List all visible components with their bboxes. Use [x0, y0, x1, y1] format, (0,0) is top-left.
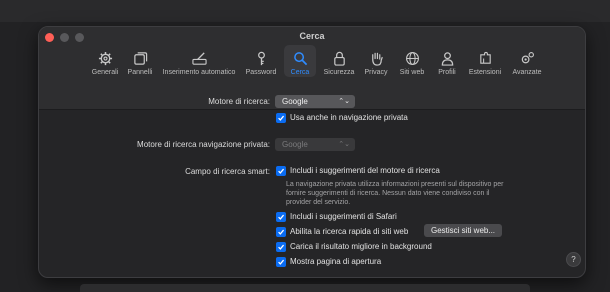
key-icon	[257, 51, 265, 66]
search-engine-value: Google	[282, 97, 308, 106]
tab-privacy[interactable]: Privacy	[361, 45, 391, 77]
private-suggestions-note: La navigazione privata utilizza informaz…	[286, 181, 504, 206]
preferences-tabs: Generali Pannelli Inserimento automatico…	[39, 45, 585, 77]
private-engine-value: Google	[282, 140, 308, 149]
smart-search-label: Campo di ricerca smart:	[185, 167, 270, 176]
preload-top-hit-label: Carica il risultato migliore in backgrou…	[290, 242, 432, 251]
private-use-checkbox[interactable]	[276, 113, 286, 123]
tab-siti-web[interactable]: Siti web	[395, 45, 429, 77]
private-use-label: Usa anche in navigazione privata	[290, 113, 408, 122]
engine-suggestions-label: Includi i suggerimenti del motore di ric…	[290, 166, 440, 175]
tab-label: Profili	[438, 69, 456, 76]
private-engine-label: Motore di ricerca navigazione privata:	[137, 140, 270, 149]
pencil-field-icon	[191, 52, 207, 65]
globe-icon	[405, 52, 419, 65]
checkmark-icon	[278, 244, 285, 250]
checkmark-icon	[278, 214, 285, 220]
private-engine-select[interactable]: Google ⌃⌄	[275, 138, 355, 151]
manage-websites-button[interactable]: Gestisci siti web...	[424, 224, 503, 237]
lock-icon	[333, 51, 345, 66]
tab-pannelli[interactable]: Pannelli	[125, 45, 155, 77]
tab-cerca[interactable]: Cerca	[284, 45, 316, 77]
quick-search-label: Abilita la ricerca rapida di siti web	[290, 227, 409, 236]
search-engine-label: Motore di ricerca:	[208, 97, 270, 106]
preferences-window: Cerca Generali Pannelli Inserimento auto…	[38, 26, 586, 278]
search-engine-select[interactable]: Google ⌃⌄	[275, 95, 355, 108]
engine-suggestions-checkbox[interactable]	[276, 166, 286, 176]
tab-label: Pannelli	[127, 69, 153, 76]
tab-label: Estensioni	[468, 69, 502, 76]
background-window-edge	[80, 284, 530, 292]
help-button[interactable]: ?	[566, 252, 581, 267]
tab-label: Avanzate	[512, 69, 542, 76]
tab-avanzate[interactable]: Avanzate	[509, 45, 545, 77]
puzzle-icon	[479, 51, 491, 64]
gear-icon	[98, 51, 112, 66]
tab-label: Generali	[91, 69, 119, 76]
hand-icon	[371, 52, 383, 66]
chevron-updown-icon: ⌃⌄	[338, 98, 350, 105]
chevron-updown-icon: ⌃⌄	[338, 141, 350, 148]
start-page-label: Mostra pagina di apertura	[290, 257, 382, 266]
start-page-checkbox[interactable]	[276, 257, 286, 267]
person-icon	[441, 52, 453, 66]
tab-label: Cerca	[290, 69, 310, 76]
tab-profili[interactable]: Profili	[433, 45, 461, 77]
preload-top-hit-checkbox[interactable]	[276, 242, 286, 252]
magnifier-icon	[293, 52, 307, 66]
checkmark-icon	[278, 259, 285, 265]
checkmark-icon	[278, 168, 285, 174]
tab-sicurezza[interactable]: Sicurezza	[321, 45, 357, 77]
quick-search-checkbox[interactable]	[276, 227, 286, 237]
tab-label: Sicurezza	[323, 69, 355, 76]
window-title: Cerca	[299, 31, 325, 41]
tab-label: Password	[245, 69, 277, 76]
desktop-top-bar	[0, 0, 610, 22]
tab-generali[interactable]: Generali	[89, 45, 121, 77]
tab-inserimento-automatico[interactable]: Inserimento automatico	[159, 45, 239, 77]
tab-password[interactable]: Password	[243, 45, 279, 77]
tab-estensioni[interactable]: Estensioni	[465, 45, 505, 77]
tab-label: Siti web	[399, 69, 425, 76]
gears-icon	[521, 52, 534, 64]
safari-suggestions-checkbox[interactable]	[276, 212, 286, 222]
checkmark-icon	[278, 229, 285, 235]
tab-label: Inserimento automatico	[162, 69, 236, 76]
tabs-icon	[133, 52, 147, 65]
safari-suggestions-label: Includi i suggerimenti di Safari	[290, 212, 397, 221]
checkmark-icon	[278, 115, 285, 121]
tab-label: Privacy	[364, 69, 388, 76]
